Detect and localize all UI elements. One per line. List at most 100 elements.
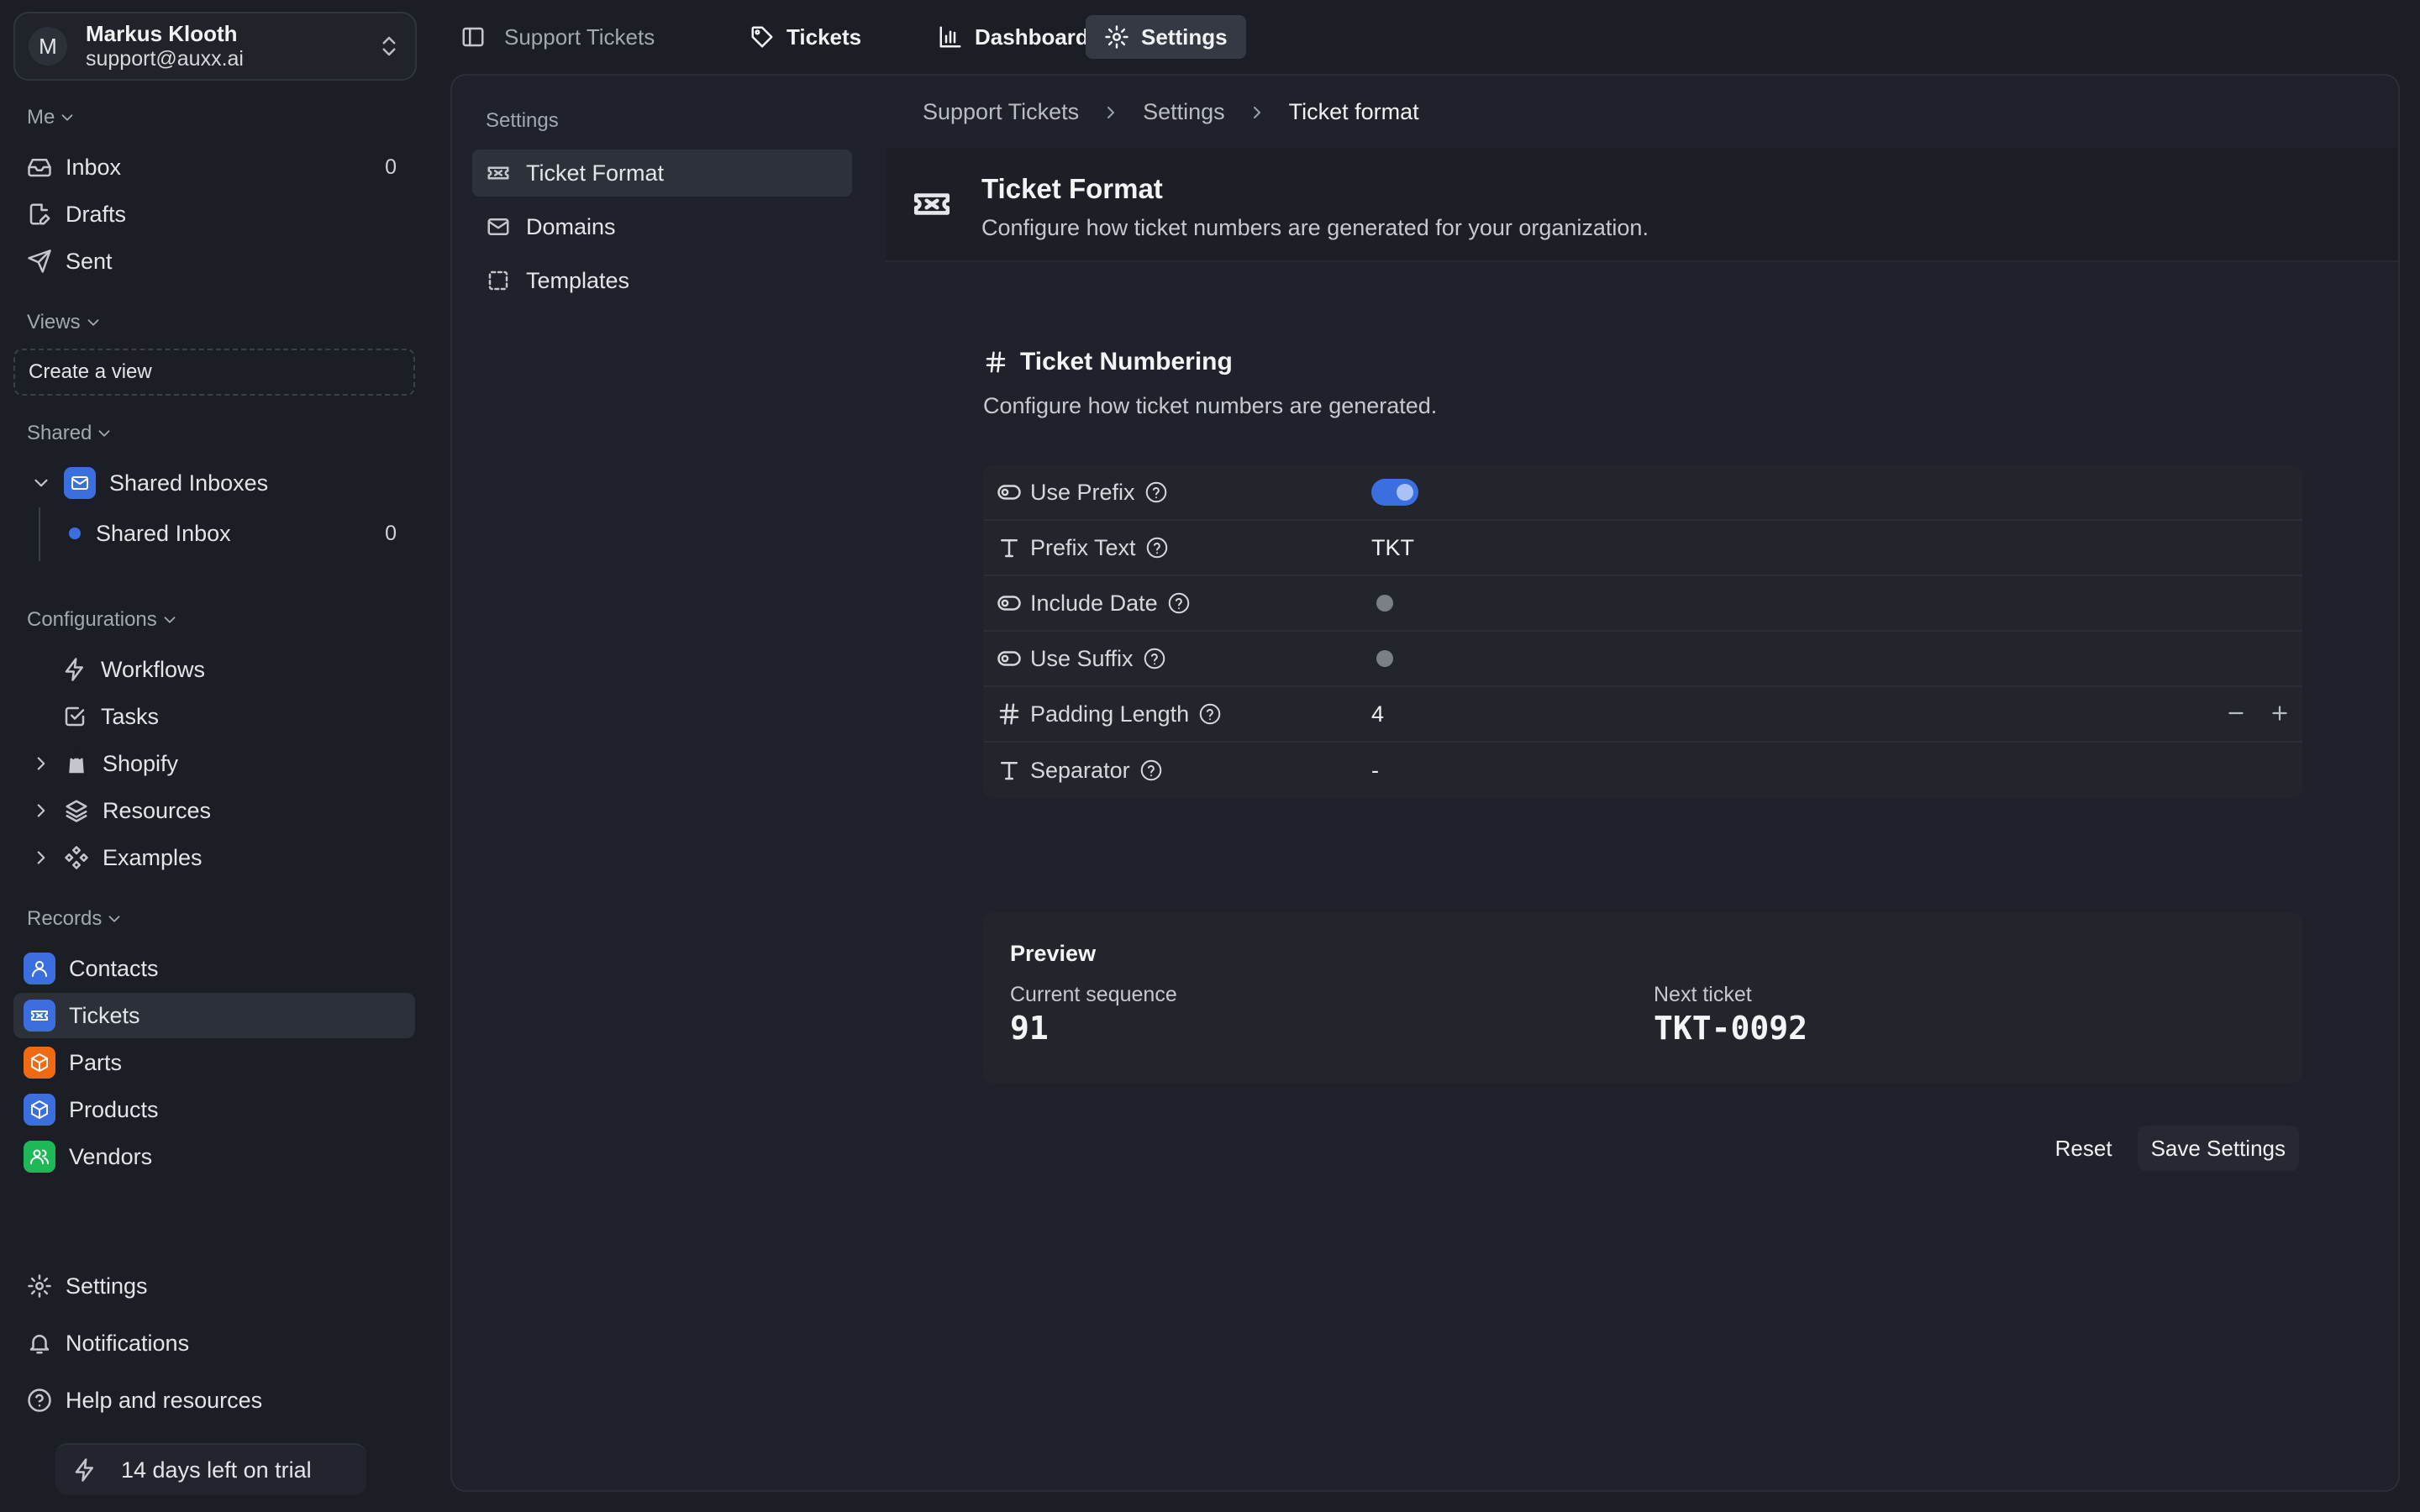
page-header: Ticket Format Configure how ticket numbe… (886, 148, 2398, 262)
field-prefix-text: Prefix Text TKT (983, 521, 2302, 576)
status-dot (69, 528, 81, 539)
sidebar-item-workflows[interactable]: Workflows (13, 647, 415, 692)
preview-title: Preview (1010, 941, 1097, 966)
sidebar: M Markus Klooth support@auxx.ai Me Inbox… (0, 0, 429, 1512)
ticket-icon (487, 166, 509, 180)
sidebar-item-shared-inbox[interactable]: Shared Inbox 0 (13, 511, 415, 556)
settings-nav-domains[interactable]: Domains (472, 203, 852, 250)
field-label: Use Suffix (1030, 645, 1134, 671)
box-icon (24, 1047, 55, 1079)
help-circle-icon[interactable] (1166, 591, 1192, 616)
settings-nav-ticket-format[interactable]: Ticket Format (472, 150, 852, 197)
chevron-down-icon (164, 617, 176, 623)
gear-icon (1105, 25, 1128, 49)
field-label: Separator (1030, 757, 1130, 783)
sidebar-item-help[interactable]: Help and resources (13, 1378, 415, 1423)
use-prefix-toggle[interactable] (1371, 479, 1418, 506)
sidebar-item-products[interactable]: Products (13, 1087, 415, 1132)
settings-nav-templates[interactable]: Templates (472, 257, 852, 304)
sidebar-item-sent[interactable]: Sent (13, 239, 415, 284)
breadcrumb-settings[interactable]: Settings (1143, 99, 1225, 125)
inbox-icon (28, 159, 51, 177)
preview-card: Preview Current sequence 91 Next ticket … (983, 912, 2302, 1084)
field-padding-length: Padding Length 4 (983, 687, 2302, 743)
sidebar-item-notifications[interactable]: Notifications (13, 1320, 415, 1366)
field-use-suffix: Use Suffix (983, 632, 2302, 687)
section-views[interactable]: Views (27, 311, 103, 334)
minus-icon[interactable] (2225, 702, 2247, 724)
help-circle-icon[interactable] (1142, 646, 1167, 671)
sidebar-item-tasks[interactable]: Tasks (13, 694, 415, 739)
field-separator: Separator - (983, 743, 2302, 798)
use-suffix-toggle[interactable] (1371, 645, 1418, 672)
help-circle-icon[interactable] (1144, 480, 1169, 505)
sidebar-item-settings[interactable]: Settings (13, 1263, 415, 1309)
field-include-date: Include Date (983, 576, 2302, 632)
sidebar-item-shopify[interactable]: Shopify (13, 741, 415, 786)
hash-icon (999, 703, 1019, 725)
text-icon (1001, 539, 1018, 558)
components-icon (65, 846, 88, 869)
help-circle-icon (28, 1389, 51, 1412)
chevrons-up-down-icon (382, 36, 396, 56)
mail-icon (487, 218, 509, 235)
reset-button[interactable]: Reset (2042, 1126, 2126, 1171)
tab-dashboard[interactable]: Dashboard (919, 15, 1107, 59)
sidebar-toggle-icon[interactable] (460, 24, 486, 50)
trial-banner[interactable]: 14 days left on trial (55, 1443, 366, 1495)
include-date-toggle[interactable] (1371, 590, 1418, 617)
sidebar-item-drafts[interactable]: Drafts (13, 192, 415, 237)
padding-length-input[interactable]: 4 (1371, 701, 1384, 727)
help-circle-icon[interactable] (1144, 535, 1170, 560)
page-title: Ticket Format (981, 173, 1163, 204)
template-icon (488, 270, 508, 291)
sidebar-item-parts[interactable]: Parts (13, 1040, 415, 1085)
mail-icon (64, 467, 96, 499)
toggle-icon (997, 596, 1021, 611)
breadcrumb-support-tickets[interactable]: Support Tickets (923, 99, 1079, 125)
help-circle-icon[interactable] (1139, 758, 1164, 783)
plus-icon[interactable] (2269, 702, 2291, 724)
chevron-right-icon[interactable] (30, 800, 52, 822)
section-shared[interactable]: Shared (27, 422, 113, 445)
save-button[interactable]: Save Settings (2137, 1126, 2299, 1171)
chevron-right-icon[interactable] (30, 753, 52, 774)
user-icon (24, 953, 55, 984)
current-sequence-label: Current sequence (1010, 983, 1177, 1006)
sidebar-item-resources[interactable]: Resources (13, 788, 415, 833)
sidebar-item-vendors[interactable]: Vendors (13, 1134, 415, 1179)
lightning-icon (65, 658, 83, 681)
section-configurations[interactable]: Configurations (27, 608, 179, 632)
account-switcher[interactable]: M Markus Klooth support@auxx.ai (13, 12, 417, 81)
toggle-icon (997, 485, 1021, 500)
field-label: Include Date (1030, 590, 1158, 616)
checkbox-icon (65, 706, 85, 727)
sidebar-item-contacts[interactable]: Contacts (13, 946, 415, 991)
sidebar-item-examples[interactable]: Examples (13, 835, 415, 880)
section-title: Ticket Numbering (983, 348, 1233, 376)
tab-settings[interactable]: Settings (1086, 15, 1246, 59)
separator-input[interactable]: - (1371, 758, 1379, 784)
account-name: Markus Klooth (86, 21, 238, 46)
next-ticket-label: Next ticket (1654, 983, 1752, 1006)
prefix-text-input[interactable]: TKT (1371, 535, 1414, 561)
section-me[interactable]: Me (27, 106, 76, 129)
create-view-button[interactable]: Create a view (13, 349, 415, 396)
field-use-prefix: Use Prefix (983, 465, 2302, 521)
text-icon (1001, 762, 1018, 780)
chevron-down-icon[interactable] (30, 472, 52, 494)
settings-nav-label: Settings (486, 109, 559, 132)
sidebar-item-inbox[interactable]: Inbox 0 (13, 144, 415, 190)
page-subtitle: Configure how ticket numbers are generat… (981, 215, 1649, 240)
chevron-right-icon (1107, 106, 1115, 118)
tab-tickets[interactable]: Tickets (731, 15, 880, 59)
sidebar-item-tickets[interactable]: Tickets (13, 993, 415, 1038)
toggle-icon (997, 651, 1021, 666)
section-records[interactable]: Records (27, 907, 124, 931)
help-circle-icon[interactable] (1197, 701, 1223, 727)
chevron-right-icon[interactable] (30, 847, 52, 869)
settings-panel: Settings Ticket Format Domains Templates… (450, 74, 2400, 1492)
breadcrumb: Support Tickets Settings Ticket format (923, 99, 1419, 125)
chevron-down-icon (87, 319, 99, 326)
sidebar-item-shared-inboxes[interactable]: Shared Inboxes (13, 460, 415, 506)
